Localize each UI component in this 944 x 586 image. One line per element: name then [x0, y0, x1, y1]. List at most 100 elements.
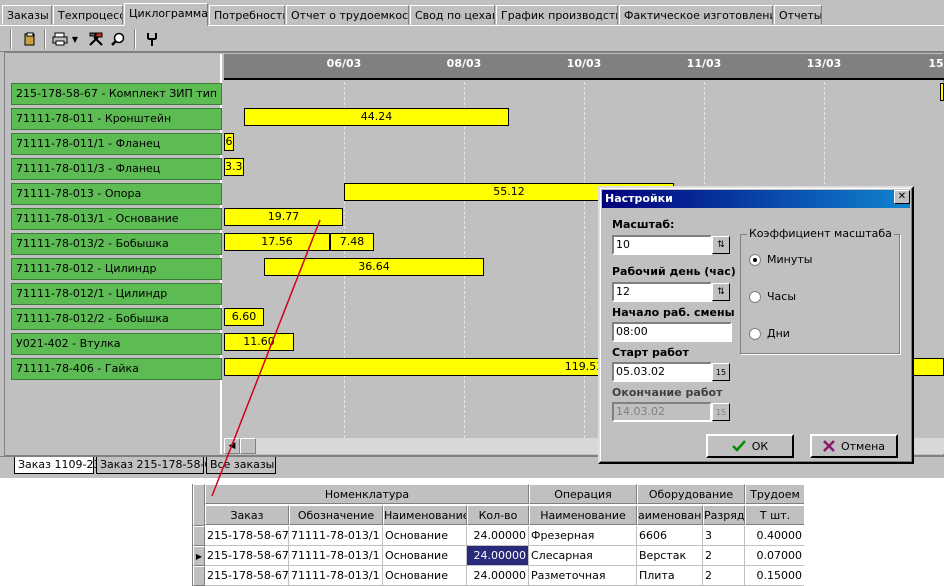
gantt-row-label[interactable]: 71111-78-011/1 - Фланец — [11, 133, 222, 155]
close-icon[interactable]: ✕ — [894, 190, 910, 204]
gantt-bar[interactable]: 44.24 — [244, 108, 509, 126]
radio-hours[interactable]: Часы — [749, 290, 796, 303]
column-header[interactable]: аименовани — [637, 505, 703, 525]
table-cell[interactable]: 2 — [703, 566, 745, 586]
table-cell[interactable]: 6606 — [637, 526, 703, 546]
table-cell[interactable]: Фрезерная — [529, 526, 637, 546]
table-cell[interactable]: 24.00000 — [467, 566, 529, 586]
table-cell[interactable]: Разметочная — [529, 566, 637, 586]
radio-indicator[interactable] — [749, 253, 761, 266]
spin-icon[interactable]: ⇅ — [712, 236, 730, 254]
gantt-row-label[interactable]: 71111-78-013 - Опора — [11, 183, 222, 205]
date-tick-label: 15/ — [928, 57, 944, 70]
gantt-bar[interactable]: 19.77 — [224, 208, 343, 226]
order-tab-215-178-58-67[interactable]: Заказ 215-178-58-67 — [96, 457, 218, 474]
table-cell[interactable]: 0.40000 — [745, 526, 804, 546]
table-cell[interactable]: 24.00000 — [467, 526, 529, 546]
tab-reports[interactable]: Отчеты — [774, 5, 822, 25]
table-cell[interactable]: 215-178-58-67 — [205, 566, 289, 586]
gantt-bar[interactable]: 36.64 — [264, 258, 484, 276]
print-icon[interactable] — [50, 29, 70, 49]
tab-bar: Заказы Техпроцесс Циклограмма Потребност… — [0, 0, 944, 26]
column-header[interactable]: Т шт. — [745, 505, 804, 525]
workday-input[interactable]: 12 — [612, 282, 712, 302]
calendar-icon[interactable]: 15 — [712, 363, 730, 381]
column-header[interactable]: Разряд — [703, 505, 745, 525]
table-cell[interactable]: Основание — [383, 526, 467, 546]
scroll-thumb[interactable] — [240, 438, 256, 454]
gantt-row-label[interactable]: 71111-78-011/3 - Фланец — [11, 158, 222, 180]
column-header[interactable]: Обозначение — [289, 505, 383, 525]
table-cell[interactable]: 215-178-58-67 — [205, 526, 289, 546]
open-book-icon[interactable] — [20, 29, 40, 49]
scroll-left-icon[interactable]: ◀ — [224, 438, 240, 454]
radio-indicator[interactable] — [749, 327, 761, 340]
tab-needs[interactable]: Потребности — [209, 5, 285, 25]
spin-icon[interactable]: ⇅ — [712, 283, 730, 301]
table-cell[interactable]: Основание — [383, 566, 467, 586]
gantt-bar[interactable]: 17.56 — [224, 233, 330, 251]
radio-days[interactable]: Дни — [749, 327, 790, 340]
gantt-bar[interactable] — [940, 83, 944, 101]
dropdown-arrow-icon[interactable]: ▼ — [70, 29, 80, 49]
tree-icon[interactable] — [142, 29, 162, 49]
settings-dialog: Настройки ✕ Масштаб: 10 ⇅ Рабочий день (… — [598, 186, 914, 464]
gantt-bar[interactable]: 3.31 — [224, 158, 244, 176]
date-tick-label: 08/03 — [446, 57, 482, 70]
order-tab-1109-23[interactable]: Заказ 1109-23 — [14, 457, 100, 474]
gantt-bar[interactable]: 7.48 — [330, 233, 374, 251]
ok-button[interactable]: ОК — [706, 434, 794, 458]
order-tab-all[interactable]: Все заказы — [206, 457, 276, 474]
row-indicator[interactable] — [193, 526, 205, 546]
gantt-row-label[interactable]: 71111-78-012 - Цилиндр — [11, 258, 222, 280]
date-tick-label: 06/03 — [326, 57, 362, 70]
gantt-row-label[interactable]: 71111-78-012/2 - Бобышка — [11, 308, 222, 330]
table-cell[interactable]: 0.07000 — [745, 546, 804, 566]
gantt-row-label[interactable]: 71111-78-013/2 - Бобышка — [11, 233, 222, 255]
table-cell[interactable]: 2 — [703, 546, 745, 566]
tools-icon[interactable] — [86, 29, 106, 49]
gantt-row-label[interactable]: 71111-78-011 - Кронштейн — [11, 108, 222, 130]
table-cell[interactable]: 71111-78-013/1 — [289, 566, 383, 586]
cancel-button[interactable]: Отмена — [810, 434, 898, 458]
table-cell-selected[interactable]: 24.00000 — [467, 546, 529, 566]
search-icon[interactable] — [108, 29, 128, 49]
table-corner — [193, 484, 205, 526]
tab-labor-report[interactable]: Отчет о трудоемкости — [286, 5, 409, 25]
tab-production-schedule[interactable]: График производства — [496, 5, 618, 25]
column-header[interactable]: Заказ — [205, 505, 289, 525]
row-indicator[interactable] — [193, 566, 205, 586]
table-cell[interactable]: 3 — [703, 526, 745, 546]
table-cell[interactable]: Верстак — [637, 546, 703, 566]
tab-orders[interactable]: Заказы — [2, 5, 52, 25]
scale-input[interactable]: 10 — [612, 235, 712, 255]
current-row-arrow-icon[interactable]: ▶ — [193, 546, 205, 566]
radio-minutes[interactable]: Минуты — [749, 253, 812, 266]
tab-process[interactable]: Техпроцесс — [53, 5, 123, 25]
gantt-row-label[interactable]: 71111-78-012/1 - Цилиндр — [11, 283, 222, 305]
tab-shop-summary[interactable]: Свод по цехам — [410, 5, 495, 25]
tab-cyclogram[interactable]: Циклограмма — [124, 3, 208, 26]
shift-start-input[interactable]: 08:00 — [612, 322, 732, 342]
column-header[interactable]: Кол-во — [467, 505, 529, 525]
table-cell[interactable]: 215-178-58-67 — [205, 546, 289, 566]
operations-table: Номенклатура Операция Оборудование Трудо… — [192, 484, 804, 586]
table-cell[interactable]: Плита — [637, 566, 703, 586]
table-cell[interactable]: Слесарная — [529, 546, 637, 566]
gantt-bar[interactable]: 6 — [224, 133, 234, 151]
gantt-row-label[interactable]: 71111-78-406 - Гайка — [11, 358, 222, 380]
table-cell[interactable]: Основание — [383, 546, 467, 566]
tab-actual-production[interactable]: Фактическое изготовление — [619, 5, 773, 25]
column-header[interactable]: Наименование — [529, 505, 637, 525]
table-cell[interactable]: 71111-78-013/1 — [289, 526, 383, 546]
table-cell[interactable]: 0.15000 — [745, 566, 804, 586]
table-cell[interactable]: 71111-78-013/1 — [289, 546, 383, 566]
gantt-row-label[interactable]: 215-178-58-67 - Комплект ЗИП тип 67 — [11, 83, 222, 105]
work-start-input[interactable]: 05.03.02 — [612, 362, 712, 382]
gantt-row-label[interactable]: У021-402 - Втулка — [11, 333, 222, 355]
radio-indicator[interactable] — [749, 290, 761, 303]
column-header[interactable]: Наименование — [383, 505, 467, 525]
gantt-row-label[interactable]: 71111-78-013/1 - Основание — [11, 208, 222, 230]
gantt-bar[interactable]: 11.60 — [224, 333, 294, 351]
gantt-bar[interactable]: 6.60 — [224, 308, 264, 326]
